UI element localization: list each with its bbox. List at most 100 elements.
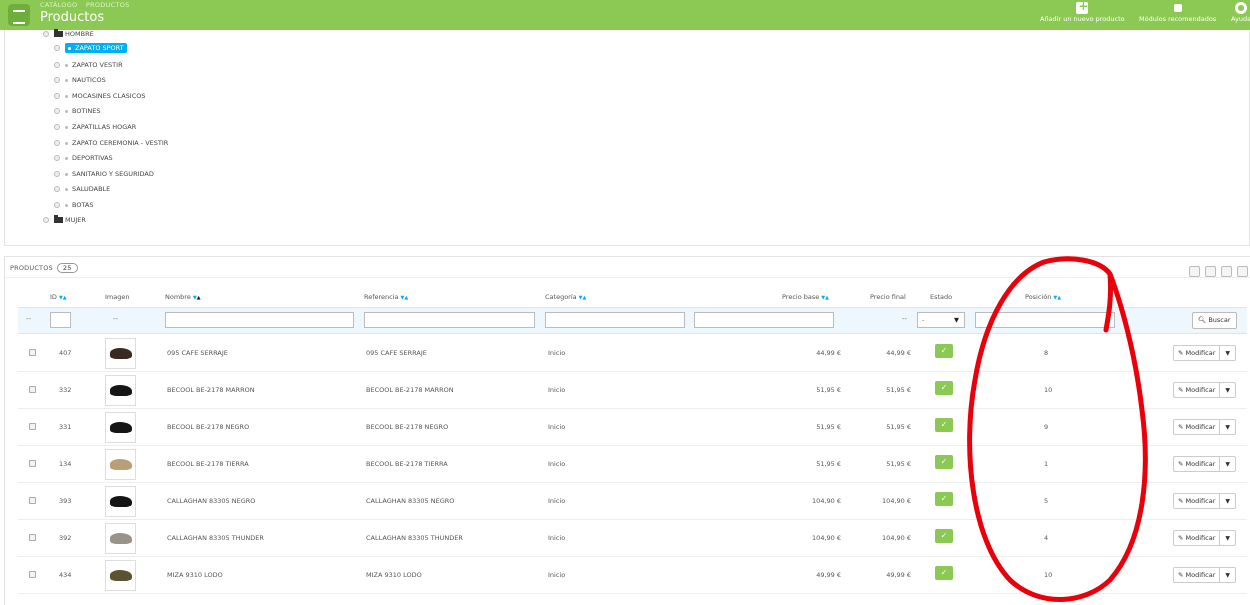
tree-radio[interactable] (54, 140, 60, 146)
sort-arrows-icon[interactable]: ▼▲ (59, 295, 67, 301)
caret-down-icon[interactable]: ▼ (1220, 458, 1235, 472)
export-icon[interactable] (1205, 266, 1216, 277)
edit-main[interactable]: ✎ Modificar (1174, 568, 1221, 582)
tree-node-hombre[interactable]: HOMBRE (43, 28, 94, 40)
tree-radio[interactable] (43, 31, 49, 37)
caret-down-icon[interactable]: ▼ (1220, 347, 1235, 361)
sort-arrows-icon[interactable]: ▼▲ (821, 295, 829, 301)
filter-id-input[interactable] (50, 312, 71, 328)
table-row[interactable]: 134 BECOOL BE-2178 TIERRA BECOOL BE-2178 T… (18, 446, 1247, 483)
recommended-modules-button[interactable]: Módulos recomendados (1139, 0, 1216, 30)
table-row[interactable]: 393 CALLAGHAN 83305 NEGRO CALLAGHAN 83305 … (18, 483, 1247, 520)
status-enabled-check-icon[interactable]: ✓ (935, 566, 953, 580)
cell-name: BECOOL BE-2178 NEGRO (167, 423, 250, 431)
tree-radio[interactable] (54, 186, 60, 192)
filter-status-select[interactable]: - ▼ (917, 312, 965, 328)
filter-base-price-input[interactable] (694, 312, 834, 328)
row-checkbox[interactable] (29, 386, 36, 393)
tree-radio[interactable] (54, 77, 60, 83)
breadcrumb-catalog[interactable]: CATÁLOGO (40, 1, 77, 9)
row-checkbox[interactable] (29, 534, 36, 541)
edit-label: Modificar (1185, 571, 1216, 579)
top-header: CATÁLOGO PRODUCTOS Productos Añadir un n… (0, 0, 1250, 30)
edit-button[interactable]: ✎ Modificar ▼ (1173, 456, 1236, 472)
tree-radio[interactable] (54, 124, 60, 130)
edit-main[interactable]: ✎ Modificar (1174, 494, 1221, 508)
edit-button[interactable]: ✎ Modificar ▼ (1173, 345, 1236, 361)
tree-node-botines[interactable]: BOTINES (54, 105, 100, 117)
tree-radio[interactable] (54, 45, 60, 51)
pencil-icon: ✎ (1178, 571, 1184, 579)
edit-main[interactable]: ✎ Modificar (1174, 383, 1221, 397)
tree-node-label: ZAPATO SPORT (75, 44, 124, 52)
table-row[interactable]: 332 BECOOL BE-2178 MARRON BECOOL BE-2178 M… (18, 372, 1247, 409)
upload-icon[interactable] (1221, 266, 1232, 277)
sort-arrows-icon[interactable]: ▼▲ (401, 295, 409, 301)
tree-radio[interactable] (43, 217, 49, 223)
edit-main[interactable]: ✎ Modificar (1174, 531, 1221, 545)
tree-radio[interactable] (54, 108, 60, 114)
col-position-label: Posición (1025, 293, 1052, 301)
tree-node-zapato-ceremonia[interactable]: ZAPATO CEREMONIA - VESTIR (54, 137, 168, 149)
row-checkbox[interactable] (29, 460, 36, 467)
caret-down-icon[interactable]: ▼ (1220, 384, 1235, 398)
tree-node-zapatillas-hogar[interactable]: ZAPATILLAS HOGAR (54, 121, 136, 133)
tree-radio[interactable] (54, 171, 60, 177)
breadcrumb-products[interactable]: PRODUCTOS (86, 1, 130, 9)
refresh-icon[interactable] (1237, 266, 1248, 277)
sort-arrows-icon[interactable]: ▼▲ (1053, 295, 1061, 301)
table-row[interactable]: 392 CALLAGHAN 83305 THUNDER CALLAGHAN 8330… (18, 520, 1247, 557)
caret-down-icon[interactable]: ▼ (1220, 495, 1235, 509)
tree-radio[interactable] (54, 155, 60, 161)
sort-arrows-icon[interactable]: ▼▲ (193, 295, 201, 301)
filter-reference-input[interactable] (364, 312, 535, 328)
filter-name-input[interactable] (165, 312, 354, 328)
tree-radio[interactable] (54, 202, 60, 208)
edit-button[interactable]: ✎ Modificar ▼ (1173, 419, 1236, 435)
sort-arrows-icon[interactable]: ▼▲ (579, 295, 587, 301)
status-enabled-check-icon[interactable]: ✓ (935, 529, 953, 543)
tree-node-botas[interactable]: BOTAS (54, 199, 94, 211)
filter-position-input[interactable] (975, 312, 1115, 328)
tree-node-nauticos[interactable]: NAUTICOS (54, 74, 106, 86)
status-enabled-check-icon[interactable]: ✓ (935, 455, 953, 469)
table-row[interactable]: 407 095 CAFE SERRAJE 095 CAFE SERRAJE Inici… (18, 335, 1247, 372)
edit-button[interactable]: ✎ Modificar ▼ (1173, 493, 1236, 509)
edit-main[interactable]: ✎ Modificar (1174, 346, 1221, 360)
row-checkbox[interactable] (29, 423, 36, 430)
status-enabled-check-icon[interactable]: ✓ (935, 344, 953, 358)
edit-button[interactable]: ✎ Modificar ▼ (1173, 567, 1236, 583)
status-enabled-check-icon[interactable]: ✓ (935, 381, 953, 395)
caret-down-icon[interactable]: ▼ (1220, 569, 1235, 583)
filter-category-input[interactable] (545, 312, 685, 328)
tree-node-deportivas[interactable]: DEPORTIVAS (54, 152, 113, 164)
tree-node-zapato-sport[interactable]: ZAPATO SPORT (54, 42, 127, 54)
caret-down-icon[interactable]: ▼ (1220, 532, 1235, 546)
row-checkbox[interactable] (29, 349, 36, 356)
add-product-button[interactable]: Añadir un nuevo producto (1040, 0, 1125, 30)
table-row[interactable]: 434 MIZA 9310 LODO MIZA 9310 LODO Inicio 49,… (18, 557, 1247, 594)
table-row[interactable]: 331 BECOOL BE-2178 NEGRO BECOOL BE-2178 NE… (18, 409, 1247, 446)
caret-down-icon[interactable]: ▼ (1220, 421, 1235, 435)
edit-main[interactable]: ✎ Modificar (1174, 457, 1221, 471)
add-new-icon[interactable] (1189, 266, 1200, 277)
tree-radio[interactable] (54, 62, 60, 68)
edit-main[interactable]: ✎ Modificar (1174, 420, 1221, 434)
tree-radio[interactable] (54, 93, 60, 99)
help-button[interactable]: Ayuda (1231, 0, 1250, 30)
row-checkbox[interactable] (29, 571, 36, 578)
tree-node-mocasines-clasicos[interactable]: MOCASINES CLASICOS (54, 90, 146, 102)
search-button[interactable]: 🔍︎ Buscar (1192, 312, 1237, 329)
cell-name: BECOOL BE-2178 TIERRA (167, 460, 249, 468)
edit-button[interactable]: ✎ Modificar ▼ (1173, 530, 1236, 546)
cell-id: 434 (59, 571, 72, 579)
tree-node-sanitario-seguridad[interactable]: SANITARIO Y SEGURIDAD (54, 168, 154, 180)
puzzle-icon (1172, 2, 1184, 14)
status-enabled-check-icon[interactable]: ✓ (935, 492, 953, 506)
edit-button[interactable]: ✎ Modificar ▼ (1173, 382, 1236, 398)
tree-node-saludable[interactable]: SALUDABLE (54, 183, 110, 195)
tree-node-zapato-vestir[interactable]: ZAPATO VESTIR (54, 59, 123, 71)
row-checkbox[interactable] (29, 497, 36, 504)
tree-node-mujer[interactable]: MUJER (43, 214, 86, 226)
status-enabled-check-icon[interactable]: ✓ (935, 418, 953, 432)
